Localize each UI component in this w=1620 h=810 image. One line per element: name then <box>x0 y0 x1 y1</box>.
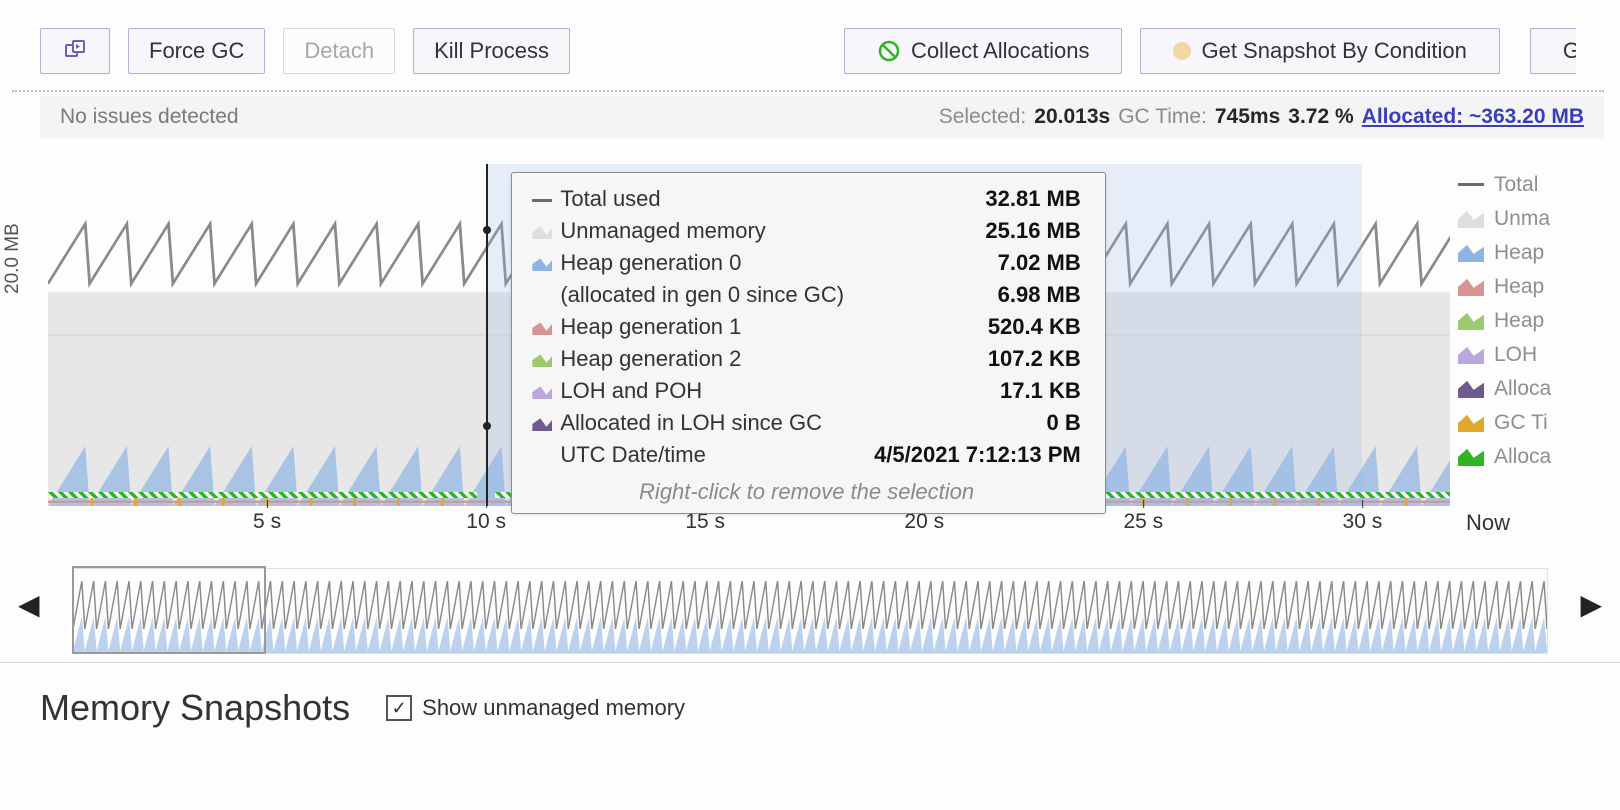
force-gc-button[interactable]: Force GC <box>128 28 265 74</box>
legend-swatch <box>1458 244 1484 262</box>
checkbox-icon: ✓ <box>386 695 412 721</box>
show-unmanaged-checkbox[interactable]: ✓ Show unmanaged memory <box>386 695 685 721</box>
x-tick: 25 s <box>1123 510 1163 534</box>
x-tick: 30 s <box>1343 510 1383 534</box>
toolbar: Force GC Detach Kill Process Collect All… <box>0 0 1620 90</box>
legend-swatch <box>1458 380 1484 398</box>
separator <box>12 90 1604 92</box>
legend-label: Unma <box>1494 207 1550 231</box>
legend-item[interactable]: Heap <box>1458 304 1620 338</box>
force-gc-label: Force GC <box>149 38 244 64</box>
legend-item[interactable]: LOH <box>1458 338 1620 372</box>
memory-chart[interactable]: 20.0 MB Total used32.81 MBUnmanaged memo… <box>0 144 1620 564</box>
legend-label: Heap <box>1494 275 1544 299</box>
legend-swatch <box>1458 210 1484 228</box>
time-cursor[interactable] <box>486 164 488 506</box>
now-label: Now <box>1466 510 1510 536</box>
legend-label: Heap <box>1494 309 1544 333</box>
snapshot-condition-button[interactable]: Get Snapshot By Condition <box>1140 28 1499 74</box>
show-unmanaged-label: Show unmanaged memory <box>422 695 685 721</box>
detach-label: Detach <box>304 38 374 64</box>
chart-canvas[interactable]: Total used32.81 MBUnmanaged memory25.16 … <box>48 164 1450 506</box>
scroll-right-icon[interactable]: ▶ <box>1580 588 1602 621</box>
legend-item[interactable]: Alloca <box>1458 440 1620 474</box>
snapshots-title: Memory Snapshots <box>40 687 350 729</box>
legend-item[interactable]: Unma <box>1458 202 1620 236</box>
legend-label: LOH <box>1494 343 1537 367</box>
legend-swatch <box>1458 176 1484 194</box>
x-tick: 10 s <box>466 510 506 534</box>
legend-item[interactable]: GC Ti <box>1458 406 1620 440</box>
gc-time-label: GC Time: <box>1118 105 1207 129</box>
legend-swatch <box>1458 448 1484 466</box>
open-process-button[interactable] <box>40 28 110 74</box>
kill-process-label: Kill Process <box>434 38 549 64</box>
gc-time-value: 745ms <box>1215 105 1280 129</box>
legend-item[interactable]: Total <box>1458 168 1620 202</box>
status-bar: No issues detected Selected: 20.013s GC … <box>40 96 1604 138</box>
selected-label: Selected: <box>939 105 1027 129</box>
x-axis: Now 5 s10 s15 s20 s25 s30 s <box>48 510 1450 546</box>
detach-button: Detach <box>283 28 395 74</box>
legend-item[interactable]: Heap <box>1458 270 1620 304</box>
snapshot-condition-label: Get Snapshot By Condition <box>1201 38 1466 64</box>
x-tick: 5 s <box>253 510 281 534</box>
overview-window[interactable] <box>72 566 266 654</box>
get-snapshot-label: G <box>1563 38 1580 64</box>
legend-label: Alloca <box>1494 377 1551 401</box>
legend: Total Unma Heap Heap Heap LOH Alloca GC Ti Alloc… <box>1458 168 1620 474</box>
scroll-left-icon[interactable]: ◀ <box>18 588 40 621</box>
overview-scroll[interactable]: ◀ ▶ <box>10 564 1610 656</box>
legend-label: GC Ti <box>1494 411 1548 435</box>
legend-label: Heap <box>1494 241 1544 265</box>
open-process-icon <box>63 39 87 63</box>
kill-process-button[interactable]: Kill Process <box>413 28 570 74</box>
legend-swatch <box>1458 346 1484 364</box>
snapshots-panel: Memory Snapshots ✓ Show unmanaged memory <box>0 662 1620 729</box>
overview-track[interactable] <box>72 568 1548 654</box>
collect-allocations-button[interactable]: Collect Allocations <box>844 28 1123 74</box>
allocated-link[interactable]: Allocated: ~363.20 MB <box>1362 105 1584 129</box>
collect-allocations-label: Collect Allocations <box>911 38 1090 64</box>
legend-label: Alloca <box>1494 445 1551 469</box>
legend-swatch <box>1458 312 1484 330</box>
legend-swatch <box>1458 278 1484 296</box>
legend-label: Total <box>1494 173 1538 197</box>
dot-icon <box>1173 42 1191 60</box>
selected-value: 20.013s <box>1034 105 1110 129</box>
legend-item[interactable]: Alloca <box>1458 372 1620 406</box>
gc-time-pct: 3.72 % <box>1288 105 1353 129</box>
tooltip: Total used32.81 MBUnmanaged memory25.16 … <box>511 172 1105 514</box>
issues-status: No issues detected <box>60 105 931 129</box>
forbidden-icon <box>877 39 901 63</box>
y-axis-label: 20.0 MB <box>2 223 24 294</box>
legend-item[interactable]: Heap <box>1458 236 1620 270</box>
legend-swatch <box>1458 414 1484 432</box>
get-snapshot-button[interactable]: G <box>1530 28 1580 74</box>
